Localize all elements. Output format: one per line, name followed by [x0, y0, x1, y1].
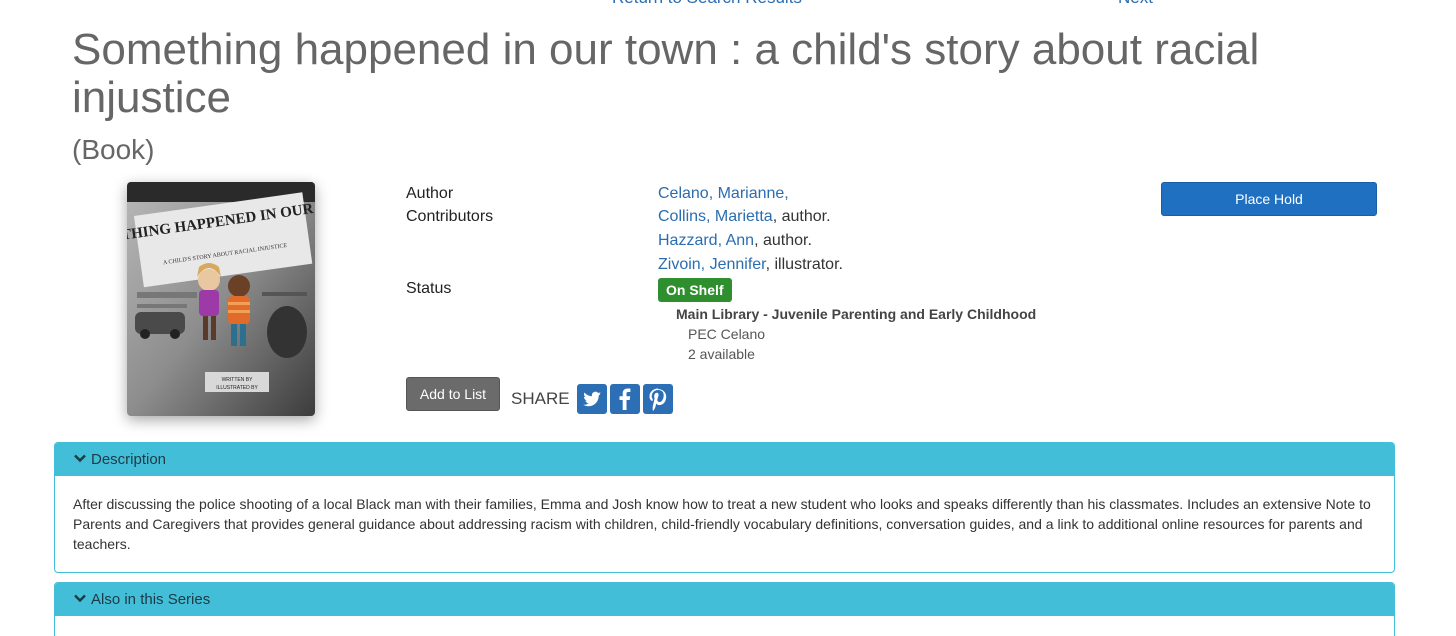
facebook-icon[interactable] — [610, 384, 640, 414]
record-format: (Book) — [72, 134, 155, 165]
availability-count: 2 available — [688, 346, 755, 362]
contributor-link[interactable]: Hazzard, Ann — [658, 232, 754, 249]
return-to-search-link[interactable]: Return to Search Results — [612, 0, 802, 8]
contributor-link[interactable]: Zivoin, Jennifer — [658, 256, 766, 273]
contributor-role: , author. — [772, 208, 831, 225]
cover-byline-illustrated: ILLUSTRATED BY — [216, 385, 258, 391]
description-panel: Description After discussing the police … — [54, 442, 1395, 573]
author-value: Celano, Marianne, — [658, 185, 789, 203]
top-navigation: Return to Search Results Next — [0, 0, 1456, 8]
status-label: Status — [406, 280, 452, 297]
next-link[interactable]: Next — [1118, 0, 1153, 8]
contributor-row: Hazzard, Ann, author. — [658, 232, 812, 250]
contributor-link[interactable]: Collins, Marietta — [658, 208, 773, 225]
pinterest-icon[interactable] — [643, 384, 673, 414]
book-cover-art: SOMETHING HAPPENED IN OUR TOWN A CHILD'S… — [127, 182, 315, 416]
chevron-down-icon — [74, 454, 86, 463]
contributor-row: Zivoin, Jennifer, illustrator. — [658, 256, 843, 274]
description-text: After discussing the police shooting of … — [73, 496, 1371, 552]
author-link[interactable]: Celano, Marianne, — [658, 185, 789, 202]
contributor-role: , illustrator. — [765, 256, 843, 273]
cover-byline-written: WRITTEN BY — [222, 377, 253, 383]
contributor-row: Collins, Marietta, author. — [658, 208, 831, 226]
description-heading: Description — [91, 451, 167, 468]
chevron-down-icon — [74, 594, 86, 603]
book-cover-image[interactable]: SOMETHING HAPPENED IN OUR TOWN A CHILD'S… — [127, 182, 315, 416]
status-badge: On Shelf — [658, 278, 732, 302]
contributors-label: Contributors — [406, 208, 494, 225]
author-label: Author — [406, 185, 454, 202]
series-panel-header[interactable]: Also in this Series — [55, 583, 1394, 616]
twitter-icon[interactable] — [577, 384, 607, 414]
location-name: Main Library - Juvenile Parenting and Ea… — [676, 306, 1037, 322]
add-to-list-button[interactable]: Add to List — [406, 377, 500, 411]
share-label: SHARE — [511, 389, 570, 408]
call-number: PEC Celano — [688, 326, 766, 342]
series-panel: Also in this Series — [54, 582, 1395, 636]
description-panel-header[interactable]: Description — [55, 443, 1394, 476]
series-heading: Also in this Series — [91, 591, 211, 608]
contributor-role: , author. — [754, 232, 812, 249]
record-title: Something happened in our town : a child… — [72, 25, 1260, 122]
place-hold-button[interactable]: Place Hold — [1161, 182, 1377, 216]
